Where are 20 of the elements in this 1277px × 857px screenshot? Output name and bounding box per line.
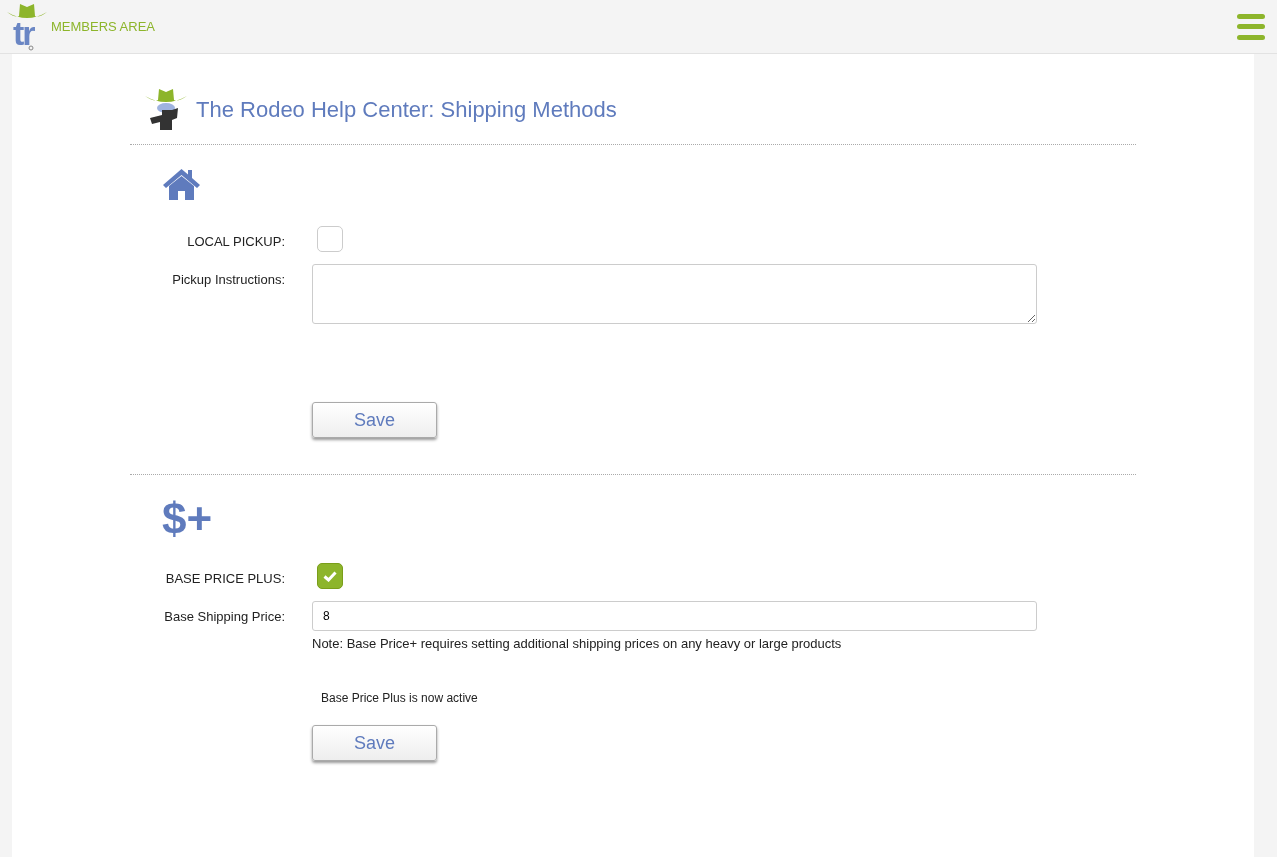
- logo-text: tr: [13, 13, 34, 53]
- house-icon: [162, 167, 201, 200]
- members-area-link[interactable]: MEMBERS AREA: [51, 19, 156, 34]
- check-icon: [323, 570, 337, 582]
- menu-button[interactable]: [1237, 13, 1265, 40]
- status-text: Base Price Plus is now active: [321, 691, 478, 705]
- dollar-plus-icon: $+: [162, 494, 213, 543]
- field-label: Pickup Instructions:: [171, 271, 285, 289]
- page-title: The Rodeo Help Center: Shipping Methods: [196, 97, 617, 123]
- checkbox[interactable]: [317, 563, 343, 589]
- save-button[interactable]: Save: [312, 725, 437, 761]
- price-field[interactable]: 8: [312, 601, 1037, 631]
- instructions-field[interactable]: [312, 264, 1037, 324]
- note-text: Note: Base Price+ requires setting additional shipping prices on any heavy or large products: [312, 636, 843, 651]
- field-label: LOCAL PICKUP:: [186, 233, 285, 251]
- cowboy-mascot-icon: [144, 88, 188, 132]
- save-button[interactable]: Save: [312, 402, 437, 438]
- checkbox[interactable]: [317, 226, 343, 252]
- field-label: Base Shipping Price:: [163, 608, 285, 626]
- field-label: BASE PRICE PLUS:: [164, 570, 285, 588]
